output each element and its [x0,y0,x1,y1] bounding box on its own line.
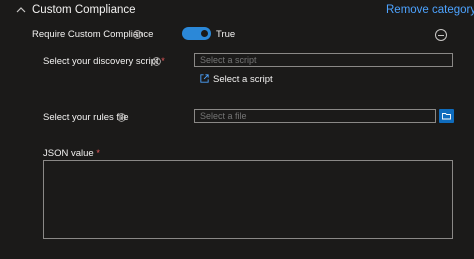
info-icon[interactable] [133,30,142,39]
required-mark: * [161,56,165,66]
toggle-knob [201,30,208,37]
remove-category-link[interactable]: Remove category [386,4,474,16]
info-icon[interactable] [152,57,161,66]
json-value-textarea[interactable] [43,160,453,239]
category-header: Custom Compliance Remove category [0,0,474,22]
discovery-script-input[interactable] [194,53,453,67]
json-value-label-text: JSON value [43,148,94,159]
remove-setting-icon[interactable] [435,29,447,41]
rules-file-label: Select your rules file [43,112,129,123]
discovery-script-label: Select your discovery script * [43,56,165,67]
rules-file-input[interactable] [194,109,436,123]
require-compliance-toggle[interactable] [182,27,211,40]
info-icon[interactable] [117,113,126,122]
chevron-up-icon[interactable] [15,4,27,16]
section-title: Custom Compliance [32,4,136,16]
select-script-link[interactable]: Select a script [213,74,273,85]
browse-file-button[interactable] [439,109,454,123]
external-link-icon[interactable] [199,73,210,84]
json-value-label: JSON value * [43,148,100,159]
toggle-state-label: True [216,29,236,40]
required-mark: * [96,148,100,158]
folder-icon [442,113,451,120]
discovery-script-label-text: Select your discovery script [43,56,159,67]
